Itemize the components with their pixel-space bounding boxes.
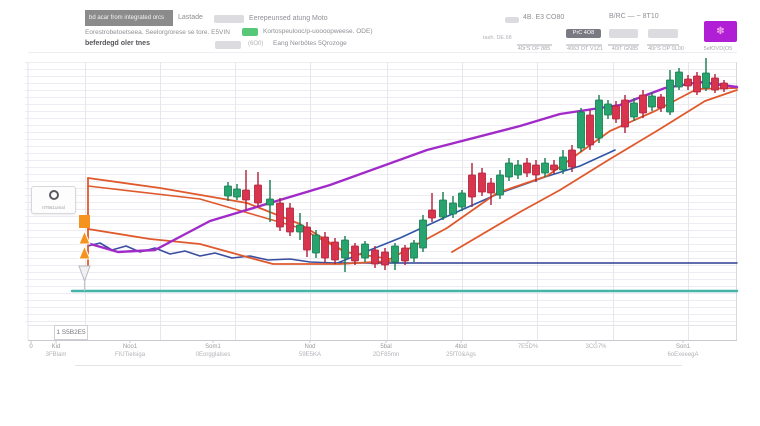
axis-price-label: 1 S5B2E5	[54, 325, 88, 340]
x-axis-label-top: Son1	[667, 343, 698, 351]
x-axis-label-bottom: 59E5KA	[299, 351, 321, 359]
up-indicator-pill[interactable]	[242, 28, 258, 36]
x-axis-label-bottom: 0Eorgglalses	[196, 351, 231, 359]
toolbar-pill-3[interactable]	[609, 29, 638, 38]
x-axis-label: 7E5D%	[518, 343, 538, 351]
toolbar-row2-text: Kortospeulooc/p-uoooopweese. ODE)	[263, 28, 372, 35]
x-axis-label-bottom: 6oExeeegA	[667, 351, 698, 359]
x-axis-label-bottom: 3CG7%	[585, 343, 606, 351]
x-axis-label-bottom: 25fT0&Ags	[446, 351, 476, 359]
tab-3[interactable]: 40iT GN85	[612, 46, 639, 52]
toolbar-row3-text: Eang Nerbötes 5Qrozoge	[273, 40, 347, 47]
x-axis-label: 0	[29, 343, 32, 351]
x-axis-label-top: Som1	[196, 343, 231, 351]
x-axis-label: 4tod25fT0&Ags	[446, 343, 476, 359]
x-axis-label-top: Nod	[299, 343, 321, 351]
x-axis-label-bottom: FIUTielsiga	[115, 351, 145, 359]
mode-pill[interactable]: PrC 4O8	[566, 29, 601, 38]
tab-5[interactable]: 5efOVD(O5	[704, 46, 733, 52]
symbol-readout: B/RC — ~ 8T10	[609, 13, 659, 20]
circle-logo-icon	[49, 190, 59, 200]
watermark-text: IIT661umal	[32, 205, 75, 211]
x-axis-label-bottom: 2DF85mn	[373, 351, 399, 359]
chart-gridlines-background	[25, 62, 737, 325]
x-axis-label: Nod59E5KA	[299, 343, 321, 359]
x-axis-label-top: 5bal	[373, 343, 399, 351]
x-axis-label: Noo1FIUTielsiga	[115, 343, 145, 359]
x-axis-label-bottom: 3FBlam	[46, 351, 67, 359]
x-axis-label-top: 0	[29, 343, 32, 351]
toolbar-pill-2[interactable]	[505, 17, 519, 23]
x-axis-label: Son16oExeeegA	[667, 343, 698, 359]
toolbar-pill-5[interactable]	[215, 41, 241, 49]
chart-title-bar[interactable]: bd acar from integrated orcs	[85, 10, 173, 26]
price-readout: 4B. E3 CO80	[523, 14, 564, 21]
toolbar-pill-1[interactable]	[214, 15, 244, 23]
toolbar-pill-4[interactable]	[648, 29, 678, 38]
toolbar-row2-left: Eorestrobetoetseea. Seelorg/orese se tor…	[85, 29, 230, 36]
x-axis-label: Kid3FBlam	[46, 343, 67, 359]
x-axis-label-top: Noo1	[115, 343, 145, 351]
watermark-badge[interactable]: IIT661umal	[31, 186, 76, 214]
x-axis-label-bottom: 7E5D%	[518, 343, 538, 351]
toolbar-row3-left: beferdegd oler tnes	[85, 40, 150, 47]
x-axis-label-top: 4tod	[446, 343, 476, 351]
x-axis-label: Som10Eorgglalses	[196, 343, 231, 359]
tab-1[interactable]: 40r'S OF 885	[518, 46, 551, 52]
sparkle-icon: ✽	[716, 26, 724, 37]
toolbar-label: Lastade	[178, 14, 203, 21]
trading-app-window: bd acar from integrated orcs Lastade Eer…	[0, 0, 760, 426]
toolbar-row1-text: Eerepeunsed atung Moto	[249, 15, 328, 22]
tab-4[interactable]: 40r'S OP 0L00	[648, 46, 684, 52]
x-axis-label-top: Kid	[46, 343, 67, 351]
tab-2[interactable]: 4063 OT V1Z1	[567, 46, 603, 52]
toolbar-row3-code: (6O0)	[248, 41, 263, 47]
x-axis-label: 3CG7%	[585, 343, 606, 351]
action-button[interactable]: ✽	[704, 21, 737, 42]
x-axis-label: 5bal2DF85mn	[373, 343, 399, 359]
toolbar-note: tash. DE.68	[483, 35, 512, 41]
